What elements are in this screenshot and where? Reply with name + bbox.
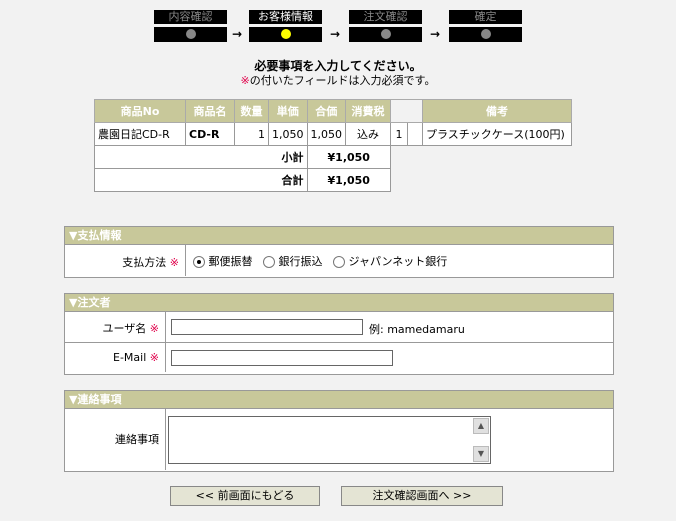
step-4-indicator xyxy=(449,27,522,42)
payment-method-label-cell: 支払方法 ※ xyxy=(65,245,186,276)
cell-note: プラスチックケース(100円) xyxy=(422,122,572,146)
step-arrow-icon: → xyxy=(329,27,341,41)
username-example: 例: mamedamaru xyxy=(369,323,465,336)
contact-section: ▼連絡事項 連絡事項 ▲ ▼ xyxy=(64,390,614,472)
contact-row: 連絡事項 ▲ ▼ xyxy=(65,408,613,470)
header-total-price: 合価 xyxy=(306,99,346,123)
email-input[interactable] xyxy=(171,350,393,366)
payment-section-title: ▼支払情報 xyxy=(65,227,613,244)
cell-product-no: 農園日記CD-R xyxy=(94,122,186,146)
cell-unit-price: 1,050 xyxy=(268,122,308,146)
cell-qty2: 1 xyxy=(390,122,408,146)
payment-options: 郵便振替 銀行振込 ジャパンネット銀行 xyxy=(193,253,447,269)
username-input[interactable] xyxy=(171,319,363,335)
scroll-down-icon[interactable]: ▼ xyxy=(473,446,489,462)
contact-section-title: ▼連絡事項 xyxy=(65,391,613,408)
contact-textarea[interactable]: ▲ ▼ xyxy=(168,416,491,464)
username-label: ユーザ名 ※ xyxy=(102,322,160,335)
payment-section: ▼支払情報 支払方法 ※ 郵便振替 銀行振込 ジャパンネット銀行 xyxy=(64,226,614,278)
username-label-cell: ユーザ名 ※ xyxy=(65,312,166,342)
back-button[interactable]: << 前画面にもどる xyxy=(170,486,320,506)
customer-section-title: ▼注文者 xyxy=(65,294,613,311)
step-dot-icon xyxy=(380,29,391,39)
email-label: E-Mail ※ xyxy=(113,351,159,364)
step-2-label: お客様情報 xyxy=(249,10,322,24)
step-arrow-icon: → xyxy=(429,27,441,41)
required-mark: ※ xyxy=(240,74,250,87)
order-table: 商品No 商品名 数量 単価 合価 消費税 備考 農園日記CD-R CD-R 1… xyxy=(94,99,572,192)
cell-empty xyxy=(407,122,423,146)
step-dot-icon xyxy=(480,29,491,39)
total-value: ¥1,050 xyxy=(306,168,391,192)
empty-cell xyxy=(390,145,572,192)
payment-method-row: 支払方法 ※ 郵便振替 銀行振込 ジャパンネット銀行 xyxy=(65,244,613,276)
step-dot-icon xyxy=(185,29,196,39)
step-4-label: 確定 xyxy=(449,10,522,24)
header-note: 備考 xyxy=(422,99,572,123)
step-arrow-icon: → xyxy=(231,27,243,41)
step-2-indicator xyxy=(249,27,322,42)
email-label-cell: E-Mail ※ xyxy=(65,343,166,372)
subtotal-value: ¥1,050 xyxy=(306,145,391,169)
contact-label-cell: 連絡事項 xyxy=(65,409,166,470)
next-button[interactable]: 注文確認画面へ >> xyxy=(341,486,503,506)
step-1-label: 内容確認 xyxy=(154,10,227,24)
step-1-indicator xyxy=(154,27,227,42)
radio-bank-transfer-label[interactable]: 銀行振込 xyxy=(279,255,323,268)
header-unit-price: 単価 xyxy=(268,99,308,123)
step-dot-active-icon xyxy=(280,29,291,39)
email-row: E-Mail ※ xyxy=(65,342,613,372)
step-3-label: 注文確認 xyxy=(349,10,422,24)
header-quantity: 数量 xyxy=(234,99,269,123)
radio-japannet-bank-label[interactable]: ジャパンネット銀行 xyxy=(349,255,448,268)
total-label: 合計 xyxy=(94,168,308,192)
header-tax: 消費税 xyxy=(345,99,391,123)
cell-product-name: CD-R xyxy=(185,122,235,146)
radio-japannet-bank[interactable] xyxy=(333,256,345,268)
required-note: ※の付いたフィールドは入力必須です。 xyxy=(0,72,676,88)
payment-method-label: 支払方法 ※ xyxy=(122,256,179,269)
table-header-row: 商品No 商品名 数量 単価 合価 消費税 備考 xyxy=(94,99,572,123)
radio-postal-transfer[interactable] xyxy=(193,256,205,268)
table-row: 農園日記CD-R CD-R 1 1,050 1,050 込み 1 プラスチックケ… xyxy=(94,122,572,146)
required-note-text: の付いたフィールドは入力必須です。 xyxy=(249,74,436,87)
customer-section: ▼注文者 ユーザ名 ※ 例: mamedamaru E-Mail ※ xyxy=(64,293,614,375)
cell-tax: 込み xyxy=(345,122,391,146)
radio-bank-transfer[interactable] xyxy=(263,256,275,268)
username-row: ユーザ名 ※ 例: mamedamaru xyxy=(65,311,613,342)
cell-quantity: 1 xyxy=(234,122,269,146)
radio-postal-transfer-label[interactable]: 郵便振替 xyxy=(209,255,253,268)
contact-label: 連絡事項 xyxy=(115,433,159,446)
step-3-indicator xyxy=(349,27,422,42)
cell-total-price: 1,050 xyxy=(306,122,346,146)
header-blank xyxy=(390,99,423,123)
header-product-name: 商品名 xyxy=(185,99,235,123)
scroll-up-icon[interactable]: ▲ xyxy=(473,418,489,434)
header-product-no: 商品No xyxy=(94,99,186,123)
subtotal-row: 小計 ¥1,050 xyxy=(94,145,572,192)
subtotal-label: 小計 xyxy=(94,145,308,169)
